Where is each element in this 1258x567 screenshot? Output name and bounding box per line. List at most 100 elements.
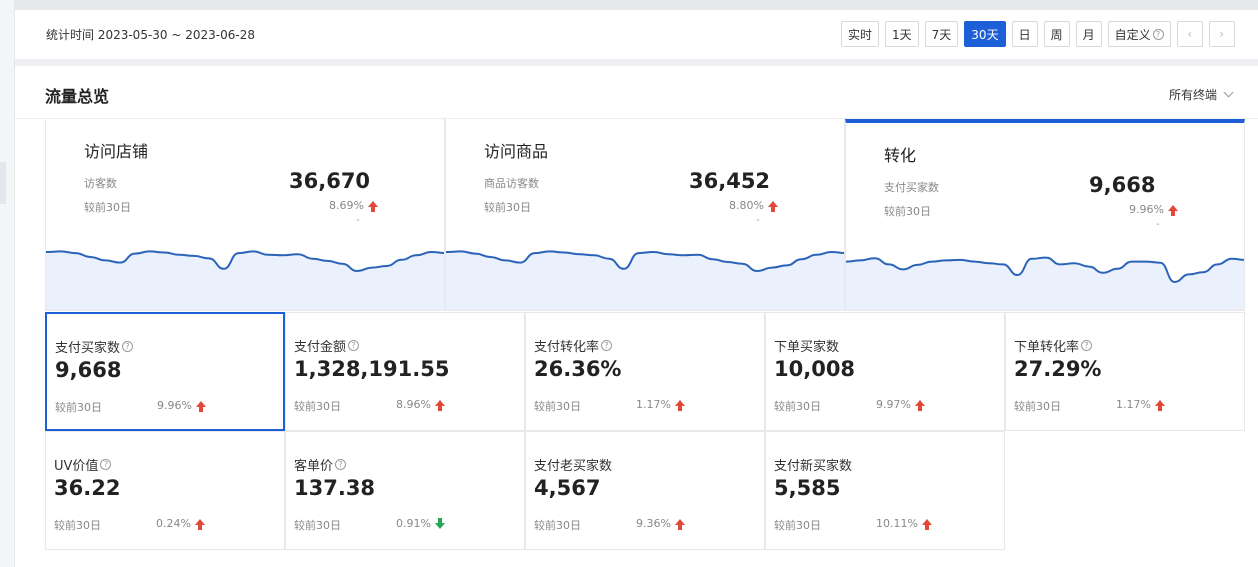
funnel-compare-label: 较前30日 [84, 201, 131, 214]
metric-label-text: 客单价 [294, 459, 334, 474]
help-icon[interactable]: ? [1081, 340, 1093, 351]
terminal-select[interactable]: 所有终端 [1169, 86, 1234, 103]
metric-label-text: 支付买家数 [55, 341, 121, 356]
metric-card-uv-value[interactable]: UV价值? 36.22 较前30日 0.24% [45, 431, 285, 550]
metric-compare-pct: 1.17% [636, 398, 685, 411]
metric-card-returning-buyers[interactable]: 支付老买家数 4,567 较前30日 9.36% [525, 431, 765, 550]
metric-value: 26.36% [534, 357, 622, 381]
funnel-card-visit-store[interactable]: 访问店铺 访客数 36,670 较前30日 8.69% - [45, 119, 445, 311]
date-btn-7day[interactable]: 7天 [924, 21, 959, 47]
funnel-metric-value: 36,670 [289, 169, 371, 193]
metric-card-avg-order-price[interactable]: 客单价? 137.38 较前30日 0.91% [285, 431, 525, 550]
arrow-up-icon [194, 518, 205, 530]
top-strip [0, 0, 1258, 10]
date-btn-day[interactable]: 日 [1011, 21, 1038, 47]
traffic-overview-panel: 流量总览 所有终端 访问店铺 访客数 36,670 较前30日 8.69% - … [15, 66, 1258, 567]
arrow-up-icon [914, 399, 925, 411]
prev-period-button[interactable]: ‹ [1176, 21, 1203, 47]
date-btn-1day[interactable]: 1天 [885, 21, 919, 47]
next-period-button[interactable]: › [1208, 21, 1235, 47]
metric-compare-label: 较前30日 [774, 519, 821, 532]
metric-value: 5,585 [774, 476, 841, 500]
metric-value: 1,328,191.55 [294, 357, 450, 381]
help-icon[interactable]: ? [122, 341, 134, 352]
date-button-group: 实时 1天 7天 30天 日 周 月 自定义? ‹ › [841, 21, 1241, 47]
metric-card-pay-buyers[interactable]: 支付买家数? 9,668 较前30日 9.96% [45, 312, 285, 431]
date-btn-custom[interactable]: 自定义? [1107, 21, 1171, 47]
sidebar-indicator [0, 162, 6, 204]
date-btn-realtime[interactable]: 实时 [841, 21, 880, 47]
panel-header: 流量总览 所有终端 [15, 66, 1258, 119]
metric-compare-label: 较前30日 [55, 401, 102, 414]
help-icon[interactable]: ? [335, 459, 347, 470]
metric-compare-label: 较前30日 [534, 400, 581, 413]
custom-label: 自定义 [1114, 27, 1151, 42]
chevron-right-icon: › [1219, 27, 1225, 41]
metric-label: 支付金额? [294, 336, 360, 355]
pct-text: 10.11% [876, 517, 918, 530]
pct-text: 9.96% [1129, 203, 1164, 216]
metric-compare-pct: 9.36% [636, 517, 685, 530]
help-icon: ? [1152, 28, 1164, 40]
arrow-up-icon [1154, 399, 1165, 411]
metric-label-text: 支付转化率 [534, 340, 600, 355]
funnel-card-visit-product[interactable]: 访问商品 商品访客数 36,452 较前30日 8.80% - [445, 119, 845, 311]
sparkline-chart [846, 256, 1244, 310]
pct-text: 8.69% [329, 199, 364, 212]
date-range-bar: 统计时间 2023-05-30 ~ 2023-06-28 实时 1天 7天 30… [15, 10, 1258, 59]
metric-label-text: 支付老买家数 [534, 459, 613, 474]
date-btn-week[interactable]: 周 [1043, 21, 1070, 47]
arrow-up-icon [434, 399, 445, 411]
metric-card-order-buyers[interactable]: 下单买家数 10,008 较前30日 9.97% [765, 312, 1005, 431]
metric-value: 9,668 [55, 358, 122, 382]
sparkline-chart [446, 250, 844, 310]
chevron-left-icon: ‹ [1187, 27, 1193, 41]
help-icon[interactable]: ? [100, 459, 112, 470]
metric-compare-pct: 0.24% [156, 517, 205, 530]
metric-compare-label: 较前30日 [1014, 400, 1061, 413]
date-btn-month[interactable]: 月 [1075, 21, 1102, 47]
help-icon[interactable]: ? [348, 340, 360, 351]
metric-label-text: UV价值 [54, 459, 99, 474]
metric-label: 下单转化率? [1014, 336, 1093, 355]
metric-label: 支付新买家数 [774, 455, 852, 474]
metric-card-new-buyers[interactable]: 支付新买家数 5,585 较前30日 10.11% [765, 431, 1005, 550]
arrow-up-icon [767, 200, 778, 212]
funnel-metric-value: 9,668 [1089, 173, 1156, 197]
funnel-title: 转化 [884, 146, 917, 165]
arrow-up-icon [921, 518, 932, 530]
funnel-metric-label: 商品访客数 [484, 177, 539, 190]
metric-compare-label: 较前30日 [54, 519, 101, 532]
metric-compare-pct: 0.91% [396, 517, 445, 530]
metric-card-pay-amount[interactable]: 支付金额? 1,328,191.55 较前30日 8.96% [285, 312, 525, 431]
pct-text: 9.96% [157, 399, 192, 412]
funnel-metric-label: 支付买家数 [884, 181, 939, 194]
help-icon[interactable]: ? [601, 340, 613, 351]
arrow-up-icon [1167, 204, 1178, 216]
metric-value: 10,008 [774, 357, 856, 381]
metric-label-text: 支付金额 [294, 340, 347, 355]
metric-card-pay-conversion[interactable]: 支付转化率? 26.36% 较前30日 1.17% [525, 312, 765, 431]
pct-text: 8.96% [396, 398, 431, 411]
metric-card-order-conversion[interactable]: 下单转化率? 27.29% 较前30日 1.17% [1005, 312, 1245, 431]
funnel-metric-label: 访客数 [84, 177, 117, 190]
funnel-compare-pct: 8.80% [729, 199, 778, 212]
date-btn-30day[interactable]: 30天 [964, 21, 1006, 47]
arrow-up-icon [367, 200, 378, 212]
metric-value: 27.29% [1014, 357, 1102, 381]
metric-compare-pct: 1.17% [1116, 398, 1165, 411]
panel-title: 流量总览 [45, 87, 110, 106]
funnel-dash: - [356, 215, 360, 226]
pct-text: 9.97% [876, 398, 911, 411]
funnel-compare-label: 较前30日 [884, 205, 931, 218]
metric-compare-pct: 10.11% [876, 517, 932, 530]
metric-label: 客单价? [294, 455, 347, 474]
arrow-down-icon [434, 517, 445, 529]
funnel-title: 访问店铺 [84, 142, 149, 161]
metric-label-text: 下单转化率 [1014, 340, 1080, 355]
funnel-card-conversion[interactable]: 转化 支付买家数 9,668 较前30日 9.96% - [845, 119, 1245, 311]
metric-compare-label: 较前30日 [294, 519, 341, 532]
metric-label: 支付转化率? [534, 336, 613, 355]
metric-compare-pct: 9.97% [876, 398, 925, 411]
date-range-label: 统计时间 2023-05-30 ~ 2023-06-28 [46, 28, 255, 42]
